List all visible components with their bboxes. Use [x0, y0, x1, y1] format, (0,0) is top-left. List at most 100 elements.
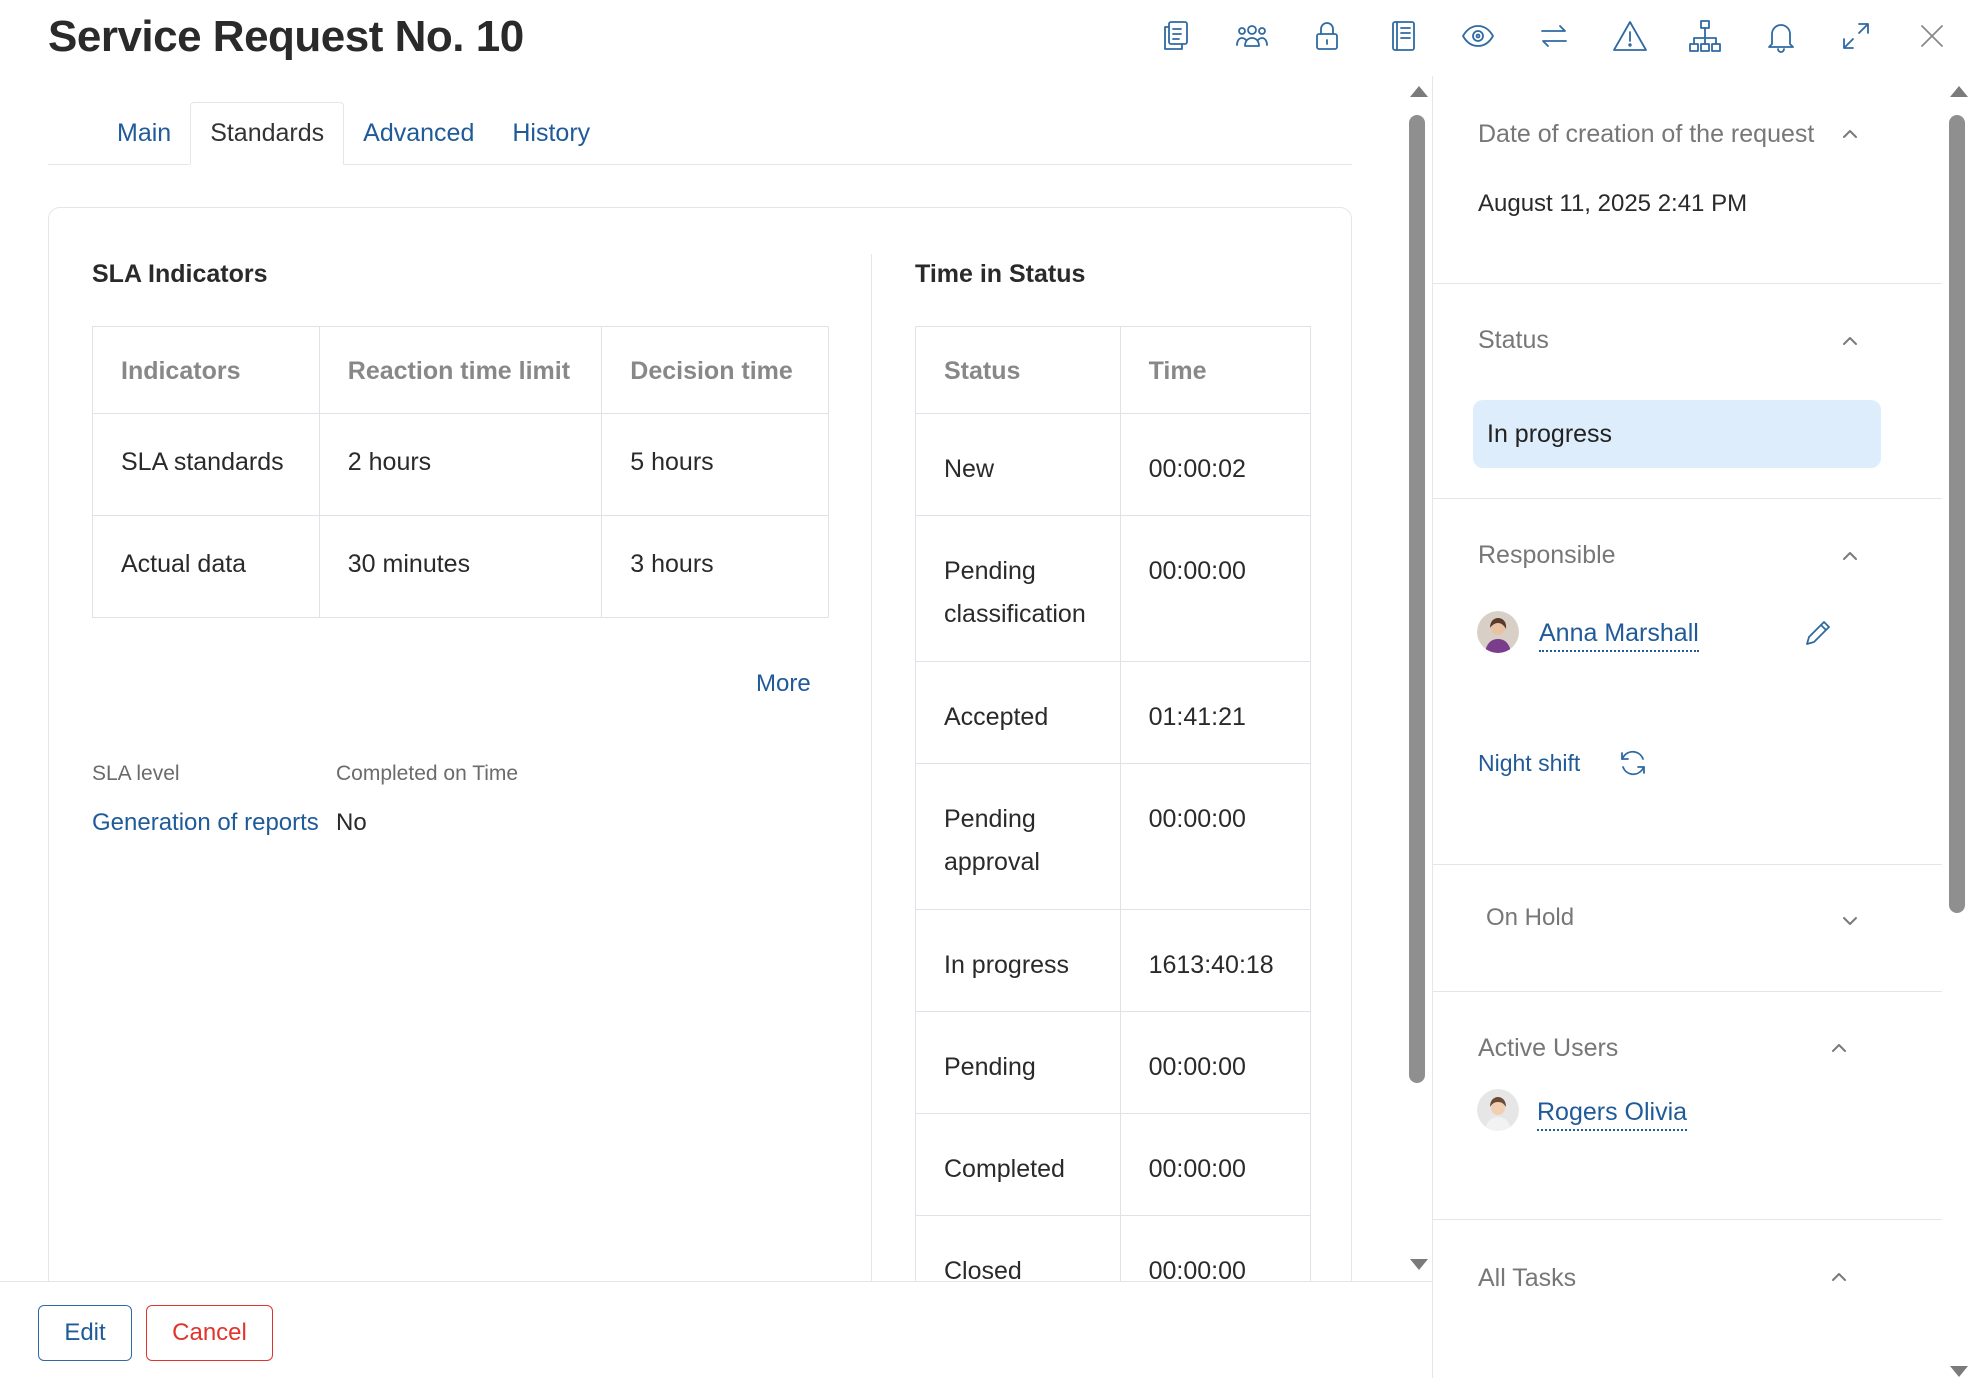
time-cell: 00:00:00 [1119, 515, 1312, 662]
cancel-button[interactable]: Cancel [146, 1305, 273, 1361]
hierarchy-button[interactable] [1679, 10, 1731, 62]
transfer-icon [1541, 25, 1567, 47]
time-cell: 00:00:00 [1119, 763, 1312, 910]
watch-button[interactable] [1452, 10, 1504, 62]
collapse-status-button[interactable] [1839, 330, 1861, 352]
tab-history[interactable]: History [493, 102, 609, 164]
night-shift-link[interactable]: Night shift [1478, 750, 1580, 777]
edit-button[interactable]: Edit [38, 1305, 132, 1361]
tab-standards[interactable]: Standards [190, 102, 345, 165]
all-tasks-title: All Tasks [1478, 1264, 1577, 1292]
standards-card: SLA Indicators Indicators Reaction time … [48, 207, 1352, 1281]
copy-icon [1164, 21, 1188, 50]
time-in-status-title: Time in Status [915, 260, 1086, 288]
date-value: August 11, 2025 2:41 PM [1478, 190, 1748, 217]
status-select[interactable]: In progress [1473, 400, 1881, 468]
table-cell: 3 hours [601, 515, 829, 618]
status-cell: In progress [915, 909, 1121, 1012]
collapse-responsible-button[interactable] [1839, 545, 1861, 567]
time-cell: 1613:40:18 [1119, 909, 1312, 1012]
expand-icon [1843, 23, 1870, 49]
pencil-icon [1806, 621, 1830, 645]
active-user-link[interactable]: Rogers Olivia [1537, 1098, 1688, 1131]
tab-advanced[interactable]: Advanced [344, 102, 493, 164]
lock-button[interactable] [1301, 10, 1353, 62]
table-cell: Actual data [92, 515, 320, 618]
refresh-shift-button[interactable] [1616, 746, 1650, 780]
table-row: Pending 00:00:00 [915, 1011, 1312, 1114]
chevron-up-icon [1843, 552, 1857, 560]
chevron-down-icon [1843, 917, 1857, 925]
scroll-thumb[interactable] [1949, 115, 1965, 913]
toolbar [1150, 10, 1975, 62]
on-hold-title[interactable]: On Hold [1486, 904, 1574, 932]
table-cell: 2 hours [318, 413, 603, 516]
time-in-status-table: Status Time New 00:00:02 Pending classif… [915, 326, 1312, 1281]
sla-level-label: SLA level [92, 762, 180, 785]
sla-level-link[interactable]: Generation of reports [92, 809, 319, 837]
user-photo-icon [1477, 1089, 1519, 1131]
collapse-date-button[interactable] [1839, 123, 1861, 145]
responsible-user-link[interactable]: Anna Marshall [1539, 619, 1699, 652]
bell-icon [1767, 24, 1794, 53]
expand-button[interactable] [1830, 10, 1882, 62]
table-row: SLA standards 2 hours 5 hours [92, 413, 829, 516]
collapse-active-users-button[interactable] [1828, 1037, 1850, 1059]
status-cell: Pending classification [915, 515, 1121, 662]
card-divider [871, 254, 872, 1281]
expand-on-hold-button[interactable] [1839, 910, 1861, 932]
collapse-all-tasks-button[interactable] [1828, 1266, 1850, 1288]
scroll-down-arrow-icon[interactable] [1410, 1259, 1428, 1270]
main-scrollbar[interactable] [1404, 86, 1432, 1276]
table-cell: 30 minutes [318, 515, 603, 618]
edit-responsible-button[interactable] [1801, 616, 1835, 650]
status-header-row: Status Time [915, 326, 1312, 414]
close-icon [1921, 25, 1943, 47]
chevron-up-icon [1843, 130, 1857, 138]
time-cell: 00:00:00 [1119, 1215, 1312, 1281]
transfer-button[interactable] [1528, 10, 1580, 62]
close-button[interactable] [1906, 10, 1958, 62]
responsible-title: Responsible [1478, 541, 1616, 569]
table-row: Accepted 01:41:21 [915, 661, 1312, 764]
users-button[interactable] [1226, 10, 1278, 62]
notifications-button[interactable] [1755, 10, 1807, 62]
status-title: Status [1478, 326, 1549, 354]
table-cell: SLA standards [92, 413, 320, 516]
table-cell: 5 hours [601, 413, 829, 516]
status-cell: New [915, 413, 1121, 516]
time-cell: 00:00:00 [1119, 1011, 1312, 1114]
book-icon [1391, 21, 1415, 51]
date-block: Date of creation of the request August 1… [1433, 76, 1942, 284]
scroll-down-arrow-icon[interactable] [1950, 1366, 1968, 1377]
footer: Edit Cancel [0, 1281, 1432, 1378]
side-scrollbar[interactable] [1944, 86, 1972, 1378]
book-button[interactable] [1377, 10, 1429, 62]
scroll-thumb[interactable] [1409, 115, 1425, 1083]
tab-main[interactable]: Main [98, 102, 190, 164]
table-row: Closed 00:00:00 [915, 1215, 1312, 1281]
column-header: Decision time [601, 326, 829, 414]
avatar[interactable] [1477, 611, 1519, 653]
sla-table: Indicators Reaction time limit Decision … [92, 326, 829, 618]
user-photo-icon [1477, 611, 1519, 653]
active-users-title: Active Users [1478, 1034, 1619, 1062]
date-title: Date of creation of the request [1478, 120, 1815, 148]
users-icon [1235, 25, 1268, 47]
column-header: Status [915, 326, 1121, 414]
warning-button[interactable] [1604, 10, 1656, 62]
hierarchy-icon [1689, 20, 1722, 52]
avatar[interactable] [1477, 1089, 1519, 1131]
warning-icon [1612, 21, 1647, 51]
completed-on-time-value: No [336, 809, 367, 836]
more-link[interactable]: More [756, 670, 811, 698]
side-panel: Date of creation of the request August 1… [1432, 76, 1942, 1378]
table-row: Completed 00:00:00 [915, 1113, 1312, 1216]
responsible-block: Responsible [1433, 499, 1942, 865]
sla-header-row: Indicators Reaction time limit Decision … [92, 326, 829, 414]
eye-icon [1462, 25, 1495, 47]
scroll-up-arrow-icon[interactable] [1410, 86, 1428, 97]
copy-button[interactable] [1150, 10, 1202, 62]
time-cell: 00:00:00 [1119, 1113, 1312, 1216]
scroll-up-arrow-icon[interactable] [1950, 86, 1968, 97]
